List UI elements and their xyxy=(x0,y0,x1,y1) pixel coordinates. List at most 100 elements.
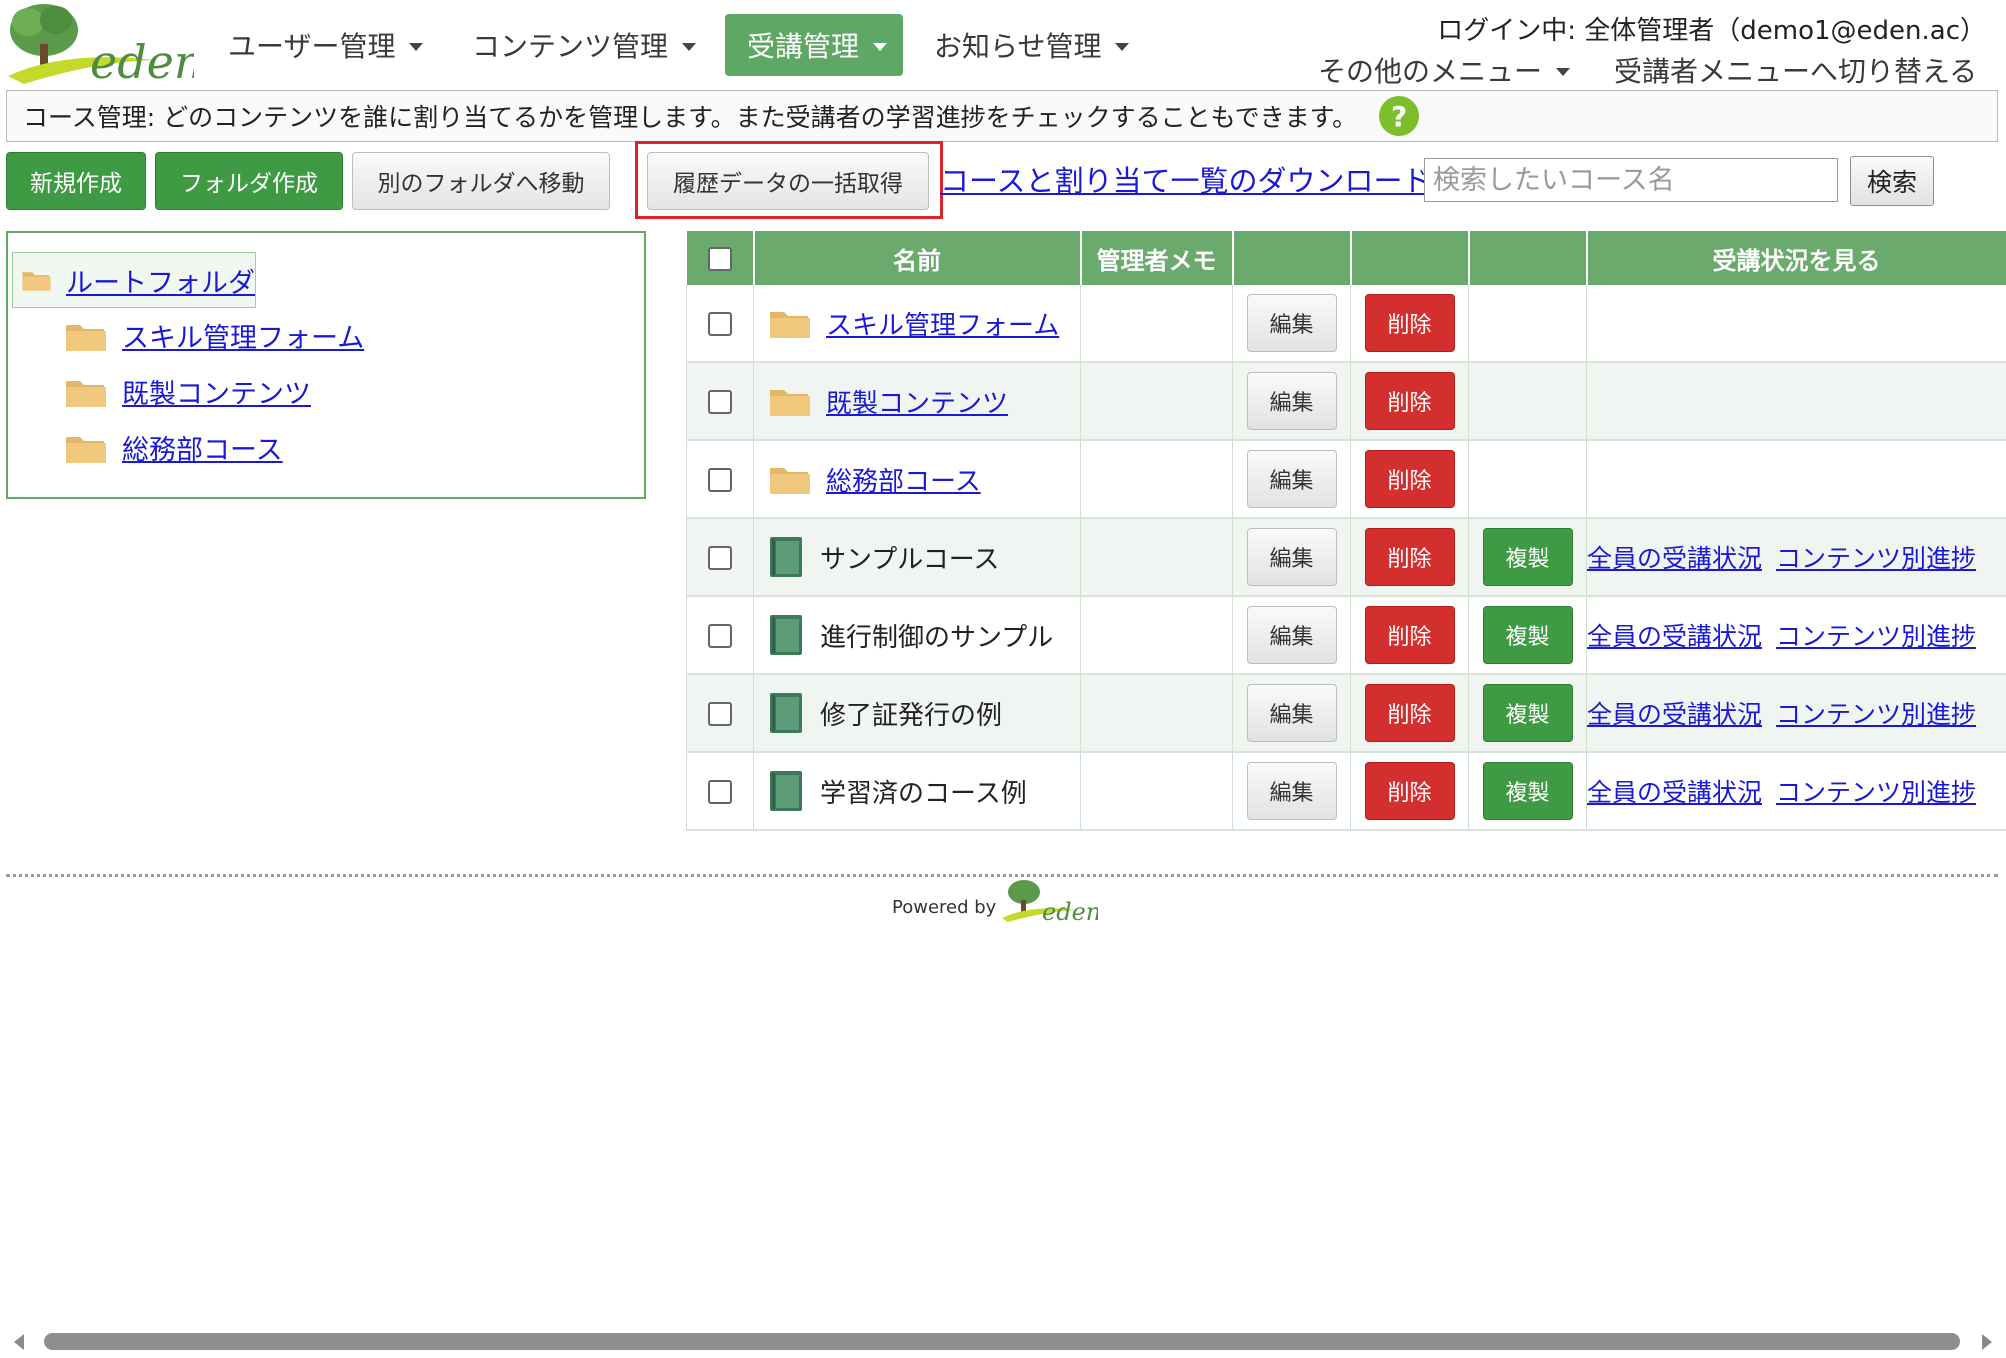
memo-header: 管理者メモ xyxy=(1080,231,1234,285)
tree-item-label[interactable]: 総務部コース xyxy=(122,428,283,467)
delete-button[interactable]: 削除 xyxy=(1364,450,1455,508)
row-name-link[interactable]: スキル管理フォーム xyxy=(826,305,1059,342)
delete-button[interactable]: 削除 xyxy=(1364,372,1455,430)
scroll-right-arrow-icon[interactable] xyxy=(1982,1334,1992,1350)
new-course-button[interactable]: 新規作成 xyxy=(6,152,146,210)
scrollbar-thumb[interactable] xyxy=(44,1333,1960,1350)
row-memo-cell xyxy=(1080,674,1233,753)
copy-button[interactable]: 複製 xyxy=(1482,606,1573,664)
row-copy-cell xyxy=(1468,285,1587,363)
row-name-link[interactable]: 総務部コース xyxy=(826,461,981,498)
row-status-cell: 全員の受講状況 コンテンツ別進捗 xyxy=(1586,596,2006,675)
row-name-text: サンプルコース xyxy=(820,544,1000,575)
delete-button[interactable]: 削除 xyxy=(1364,762,1455,820)
row-checkbox[interactable] xyxy=(708,701,732,726)
create-folder-button[interactable]: フォルダ作成 xyxy=(155,152,343,210)
folder-icon xyxy=(770,468,810,494)
all-status-link[interactable]: 全員の受講状況 xyxy=(1587,778,1762,807)
row-status-cell: 全員の受講状況 コンテンツ別進捗 xyxy=(1586,752,2006,831)
course-table: 名前 管理者メモ 受講状況を見る スキル管理フォーム 編集 削除 既製コンテンツ xyxy=(686,231,2006,831)
help-icon[interactable]: ? xyxy=(1379,96,1420,136)
row-name-cell: 修了証発行の例 xyxy=(753,674,1081,753)
row-copy-cell xyxy=(1468,362,1587,441)
delete-button[interactable]: 削除 xyxy=(1364,684,1455,742)
folder-icon xyxy=(770,312,810,338)
per-content-progress-link[interactable]: コンテンツ別進捗 xyxy=(1776,544,1976,573)
row-select-cell xyxy=(686,518,754,597)
row-checkbox[interactable] xyxy=(708,545,732,570)
row-checkbox[interactable] xyxy=(708,311,732,336)
row-delete-cell: 削除 xyxy=(1350,596,1469,675)
tree-root-label[interactable]: ルートフォルダ xyxy=(66,261,255,300)
copy-button[interactable]: 複製 xyxy=(1482,684,1573,742)
folder-icon xyxy=(66,436,106,463)
row-select-cell xyxy=(686,674,754,753)
switch-to-learner-menu[interactable]: 受講者メニューへ切り替える xyxy=(1614,50,1977,90)
row-checkbox[interactable] xyxy=(708,623,732,648)
nav-content-management[interactable]: コンテンツ管理 xyxy=(450,14,718,76)
info-bar: コース管理: どのコンテンツを誰に割り当てるかを管理します。また受講者の学習進捗… xyxy=(6,90,1998,142)
copy-button[interactable]: 複製 xyxy=(1482,528,1573,586)
row-checkbox[interactable] xyxy=(708,389,732,414)
row-checkbox[interactable] xyxy=(708,779,732,804)
delete-button[interactable]: 削除 xyxy=(1364,606,1455,664)
nav-course-management[interactable]: 受講管理 xyxy=(725,14,903,76)
row-checkbox[interactable] xyxy=(708,467,732,492)
status-header: 受講状況を見る xyxy=(1586,231,2006,285)
edit-button[interactable]: 編集 xyxy=(1246,450,1337,508)
course-search-input[interactable] xyxy=(1424,158,1838,202)
per-content-progress-link[interactable]: コンテンツ別進捗 xyxy=(1776,778,1976,807)
all-status-link[interactable]: 全員の受講状況 xyxy=(1587,544,1762,573)
eden-logo[interactable]: eden xyxy=(4,0,204,89)
row-status-cell xyxy=(1586,285,2006,363)
row-edit-cell: 編集 xyxy=(1232,752,1351,831)
per-content-progress-link[interactable]: コンテンツ別進捗 xyxy=(1776,700,1976,729)
delete-button[interactable]: 削除 xyxy=(1364,294,1455,352)
tree-item-label[interactable]: 既製コンテンツ xyxy=(122,372,311,411)
table-row: 総務部コース 編集 削除 xyxy=(686,440,2006,519)
nav-content-management-label: コンテンツ管理 xyxy=(472,30,669,63)
row-delete-cell: 削除 xyxy=(1350,674,1469,753)
select-all-checkbox[interactable] xyxy=(707,247,732,271)
edit-button[interactable]: 編集 xyxy=(1246,606,1337,664)
row-name-cell: 進行制御のサンプル xyxy=(753,596,1081,675)
tree-item-prebuilt-contents[interactable]: 既製コンテンツ xyxy=(64,372,311,411)
nav-course-management-label: 受講管理 xyxy=(747,30,860,63)
other-menu[interactable]: その他のメニュー xyxy=(1318,50,1571,90)
edit-button[interactable]: 編集 xyxy=(1246,528,1337,586)
row-status-cell xyxy=(1586,440,2006,519)
tree-item-general-affairs[interactable]: 総務部コース xyxy=(64,428,283,467)
row-name-cell: スキル管理フォーム xyxy=(753,285,1081,363)
row-status-cell: 全員の受講状況 コンテンツ別進捗 xyxy=(1586,674,2006,753)
row-name-link[interactable]: 既製コンテンツ xyxy=(826,383,1008,420)
scroll-left-arrow-icon[interactable] xyxy=(14,1334,24,1350)
tree-item-label[interactable]: スキル管理フォーム xyxy=(122,316,364,355)
tree-root-folder[interactable]: ルートフォルダ xyxy=(12,252,256,308)
row-status-cell: 全員の受講状況 コンテンツ別進捗 xyxy=(1586,518,2006,597)
search-button[interactable]: 検索 xyxy=(1850,156,1934,206)
all-status-link[interactable]: 全員の受講状況 xyxy=(1587,622,1762,651)
select-all-cell xyxy=(686,231,755,285)
edit-button[interactable]: 編集 xyxy=(1246,372,1337,430)
row-name-text: 修了証発行の例 xyxy=(820,700,1003,731)
delete-button[interactable]: 削除 xyxy=(1364,528,1455,586)
row-edit-cell: 編集 xyxy=(1232,285,1351,363)
move-folder-button[interactable]: 別のフォルダへ移動 xyxy=(352,152,610,210)
chevron-down-icon xyxy=(1115,43,1130,51)
download-course-list-link[interactable]: コースと割り当て一覧のダウンロード xyxy=(940,158,1432,200)
row-memo-cell xyxy=(1080,362,1233,441)
edit-button[interactable]: 編集 xyxy=(1246,762,1337,820)
folder-icon xyxy=(66,324,106,351)
tree-item-skill-form[interactable]: スキル管理フォーム xyxy=(64,316,364,355)
edit-button[interactable]: 編集 xyxy=(1246,294,1337,352)
row-copy-cell: 複製 xyxy=(1468,674,1587,753)
row-name-cell: 総務部コース xyxy=(753,440,1081,519)
per-content-progress-link[interactable]: コンテンツ別進捗 xyxy=(1776,622,1976,651)
nav-user-management[interactable]: ユーザー管理 xyxy=(206,14,445,76)
delete-header xyxy=(1350,231,1470,285)
row-name-cell: サンプルコース xyxy=(753,518,1081,597)
all-status-link[interactable]: 全員の受講状況 xyxy=(1587,700,1762,729)
copy-button[interactable]: 複製 xyxy=(1482,762,1573,820)
nav-notice-management[interactable]: お知らせ管理 xyxy=(912,14,1151,76)
edit-button[interactable]: 編集 xyxy=(1246,684,1337,742)
